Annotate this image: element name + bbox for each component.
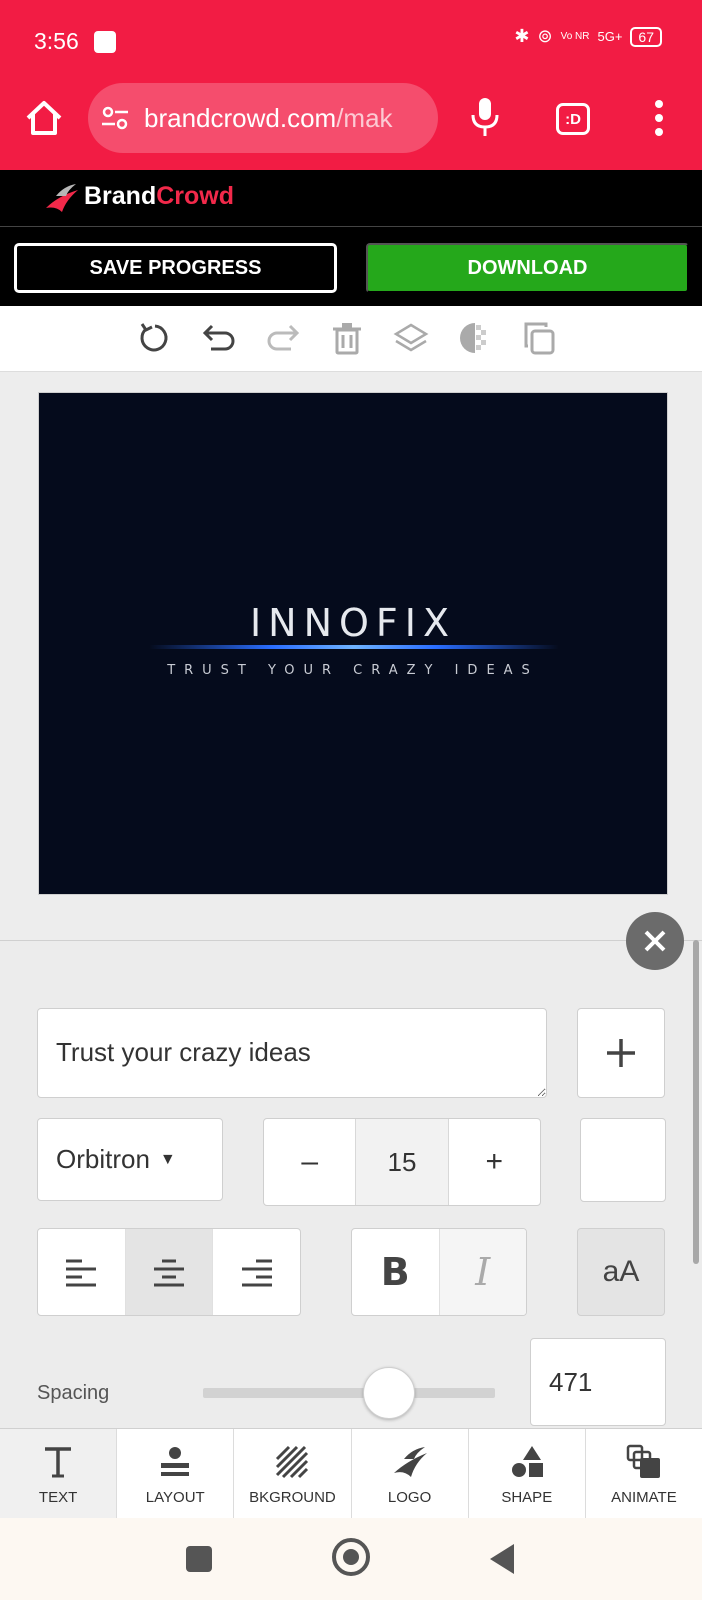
align-left-icon (66, 1259, 97, 1287)
notification-icon (94, 31, 116, 53)
tab-layout[interactable]: LAYOUT (117, 1429, 235, 1518)
spacing-slider-track[interactable] (203, 1388, 495, 1398)
url-path: /mak (336, 102, 393, 133)
tab-animate[interactable]: ANIMATE (586, 1429, 702, 1518)
browser-chrome: 3:56 ✱ ⊚ Vo NR 5G+ 67 brandcrowd.com/mak… (0, 0, 702, 170)
align-center-icon (154, 1259, 184, 1287)
back-icon[interactable] (490, 1544, 514, 1574)
font-family-value: Orbitron (56, 1144, 150, 1174)
text-content-input[interactable]: Trust your crazy ideas (37, 1008, 547, 1098)
brand-header: BrandCrowd (0, 170, 702, 227)
reset-icon[interactable] (135, 318, 175, 358)
brandcrowd-logo-icon[interactable] (44, 182, 80, 214)
background-icon (276, 1445, 309, 1479)
tab-background[interactable]: BKGROUND (234, 1429, 352, 1518)
font-family-select[interactable]: Orbitron ▼ (37, 1118, 223, 1201)
italic-button[interactable]: I (439, 1229, 526, 1315)
spacing-label: Spacing (37, 1382, 110, 1404)
font-size-increment-button[interactable]: + (449, 1119, 540, 1205)
tab-animate-label: ANIMATE (611, 1489, 677, 1506)
url-domain: brandcrowd.com (144, 102, 337, 133)
home-nav-icon[interactable] (332, 1538, 370, 1576)
shape-icon (511, 1446, 543, 1477)
layers-icon[interactable] (391, 318, 431, 358)
logo-glow-line (149, 645, 559, 649)
link-icon: ⊚ (537, 26, 553, 46)
android-nav-bar (0, 1518, 702, 1600)
canvas-area: INNOFIX TRUST YOUR CRAZY IDEAS (0, 372, 702, 940)
mic-icon[interactable] (468, 96, 502, 138)
tab-shape[interactable]: SHAPE (469, 1429, 586, 1518)
brand-name-part1: Brand (84, 182, 157, 210)
redo-icon[interactable] (263, 318, 303, 358)
url-bar[interactable]: brandcrowd.com/mak (88, 83, 438, 153)
bluetooth-icon: ✱ (514, 26, 530, 46)
alignment-group (37, 1228, 301, 1316)
text-icon (45, 1447, 72, 1478)
site-settings-icon[interactable] (100, 103, 130, 133)
tab-shape-label: SHAPE (501, 1489, 553, 1506)
home-icon[interactable] (24, 98, 64, 138)
transparency-icon[interactable] (455, 318, 495, 358)
tab-background-label: BKGROUND (249, 1489, 336, 1506)
bold-button[interactable]: B (352, 1229, 440, 1315)
align-right-button[interactable] (213, 1229, 300, 1315)
brand-name-part2: Crowd (156, 182, 235, 210)
close-icon (644, 930, 666, 952)
spacing-value-input[interactable]: 471 (530, 1338, 666, 1426)
close-panel-button[interactable] (626, 912, 684, 970)
logo-tagline[interactable]: TRUST YOUR CRAZY IDEAS (39, 663, 667, 678)
status-icons: ✱ ⊚ Vo NR 5G+ 67 (514, 26, 662, 47)
caret-down-icon: ▼ (159, 1150, 176, 1168)
brand-name[interactable]: BrandCrowd (84, 182, 234, 211)
delete-icon[interactable] (327, 318, 367, 358)
font-size-stepper: – 15 + (263, 1118, 541, 1206)
undo-icon[interactable] (199, 318, 239, 358)
logo-icon (393, 1447, 427, 1477)
bottom-tab-bar: TEXT LAYOUT BKGROUND LOGO SHAPE ANIMATE (0, 1428, 702, 1518)
tab-text[interactable]: TEXT (0, 1429, 118, 1518)
layout-icon (161, 1447, 190, 1476)
url-text: brandcrowd.com/mak (144, 103, 393, 134)
volte-icon: Vo NR (560, 31, 590, 42)
font-size-value[interactable]: 15 (355, 1119, 449, 1205)
tab-text-label: TEXT (38, 1489, 78, 1506)
animate-icon (626, 1444, 660, 1478)
menu-icon[interactable] (650, 100, 668, 136)
tab-logo-label: LOGO (387, 1489, 432, 1506)
align-left-button[interactable] (38, 1229, 126, 1315)
duplicate-icon[interactable] (519, 318, 559, 358)
font-size-decrement-button[interactable]: – (264, 1119, 355, 1205)
logo-artboard[interactable]: INNOFIX TRUST YOUR CRAZY IDEAS (38, 392, 668, 895)
battery-icon: 67 (630, 26, 662, 47)
tab-switcher-icon[interactable]: :D (556, 103, 590, 135)
text-color-swatch[interactable] (580, 1118, 666, 1202)
align-center-button[interactable] (125, 1229, 214, 1315)
signal-icon: 5G+ (597, 29, 623, 44)
logo-title[interactable]: INNOFIX (39, 601, 667, 645)
tab-layout-label: LAYOUT (145, 1489, 205, 1506)
text-style-group: B I (351, 1228, 527, 1316)
status-time: 3:56 (34, 28, 79, 54)
spacing-slider-thumb[interactable] (363, 1367, 415, 1419)
tab-logo[interactable]: LOGO (352, 1429, 469, 1518)
align-right-icon (241, 1259, 272, 1287)
recents-icon[interactable] (186, 1546, 212, 1572)
plus-icon (607, 1039, 635, 1067)
download-button[interactable]: DOWNLOAD (366, 243, 689, 293)
add-text-button[interactable] (577, 1008, 665, 1098)
action-bar: SAVE PROGRESS DOWNLOAD (0, 227, 702, 306)
text-case-button[interactable]: aA (577, 1228, 665, 1316)
editor-toolbar (0, 306, 702, 372)
save-progress-button[interactable]: SAVE PROGRESS (14, 243, 337, 293)
panel-scrollbar[interactable] (693, 940, 699, 1264)
